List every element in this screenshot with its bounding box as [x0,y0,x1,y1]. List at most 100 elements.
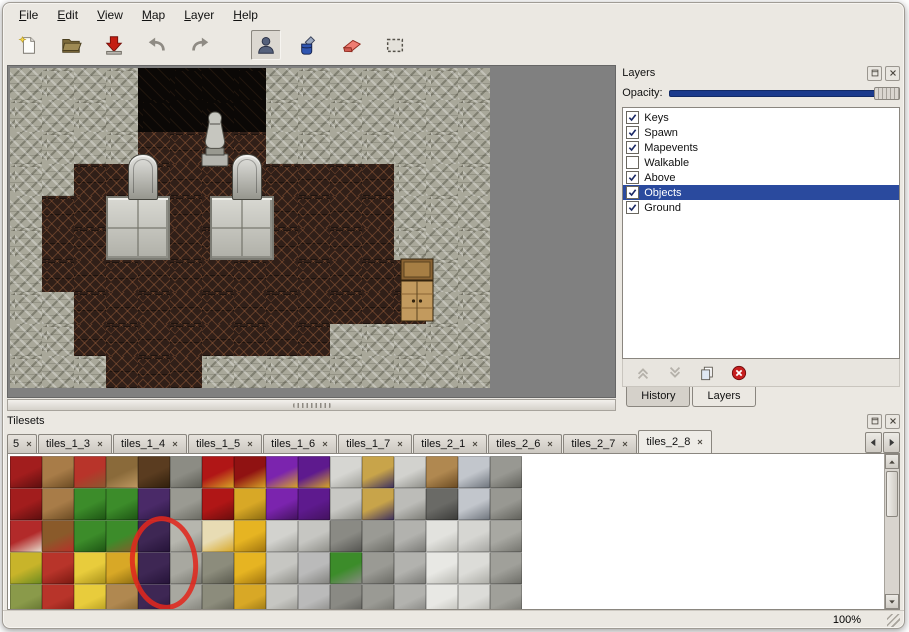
close-tab-icon[interactable] [246,440,254,448]
map-tile[interactable] [330,324,362,356]
map-tile[interactable] [362,228,394,260]
vertical-scrollbar[interactable] [884,454,899,609]
map-tile[interactable] [106,100,138,132]
dock-tab-history[interactable]: History [626,387,690,407]
tileset-tile[interactable] [202,488,234,520]
tileset-tile[interactable] [330,456,362,488]
map-tile[interactable] [106,356,138,388]
map-tile[interactable] [298,260,330,292]
undo-button[interactable] [142,30,172,60]
map-tile[interactable] [42,196,74,228]
map-tile[interactable] [138,356,170,388]
map-tile[interactable] [298,132,330,164]
layer-checkbox[interactable] [626,111,639,124]
map-tile[interactable] [330,100,362,132]
map-tile[interactable] [170,228,202,260]
close-tab-icon[interactable] [321,440,329,448]
select-tool-button[interactable] [380,30,410,60]
tileset-tab-tiles_2_6[interactable]: tiles_2_6 [488,434,562,453]
map-tile[interactable] [298,68,330,100]
map-tile[interactable] [426,356,458,388]
tileset-tile[interactable] [490,584,522,610]
tileset-tile[interactable] [234,520,266,552]
map-object-platform[interactable] [210,196,274,260]
map-tile[interactable] [266,292,298,324]
layer-checkbox[interactable] [626,126,639,139]
tileset-tile[interactable] [10,520,42,552]
scroll-down-button[interactable] [885,594,899,609]
tileset-tab-tiles_1_4[interactable]: tiles_1_4 [113,434,187,453]
tileset-tile[interactable] [170,552,202,584]
map-tile[interactable] [138,68,170,100]
map-tile[interactable] [458,260,490,292]
map-tile[interactable] [170,356,202,388]
close-tab-icon[interactable] [621,440,629,448]
map-tile[interactable] [330,164,362,196]
tileset-tile[interactable] [298,456,330,488]
layer-checkbox[interactable] [626,186,639,199]
tileset-tile[interactable] [330,552,362,584]
tileset-tile[interactable] [362,456,394,488]
tileset-tile[interactable] [266,456,298,488]
map-tile[interactable] [458,324,490,356]
tileset-tab-tiles_2_8[interactable]: tiles_2_8 [638,430,712,453]
close-panel-button[interactable] [885,414,900,429]
tileset-tile[interactable] [202,584,234,610]
map-tile[interactable] [74,292,106,324]
map-tile[interactable] [42,356,74,388]
close-tab-icon[interactable] [25,440,33,448]
map-tile[interactable] [330,260,362,292]
map-tile[interactable] [10,164,42,196]
open-folder-button[interactable] [56,30,86,60]
map-tile[interactable] [202,68,234,100]
map-tile[interactable] [458,356,490,388]
map-tile[interactable] [458,228,490,260]
redo-button[interactable] [185,30,215,60]
map-tile[interactable] [330,196,362,228]
tileset-tile[interactable] [74,552,106,584]
map-tile[interactable] [170,196,202,228]
map-tile[interactable] [170,324,202,356]
menu-help[interactable]: Help [229,6,262,24]
tileset-tab-tiles_2_7[interactable]: tiles_2_7 [563,434,637,453]
map-tile[interactable] [234,356,266,388]
new-file-button[interactable] [13,30,43,60]
map-tile[interactable] [106,260,138,292]
map-tile[interactable] [42,260,74,292]
duplicate-layer-button[interactable] [697,363,717,383]
map-tile[interactable] [10,292,42,324]
map-object-gravestone[interactable] [232,154,262,200]
delete-layer-button[interactable] [729,363,749,383]
resize-grip-icon[interactable] [887,614,900,627]
menu-layer[interactable]: Layer [180,6,218,24]
tileset-tile[interactable] [106,552,138,584]
map-tile[interactable] [234,68,266,100]
map-tile[interactable] [106,292,138,324]
map-tile[interactable] [362,132,394,164]
menu-map[interactable]: Map [138,6,169,24]
tileset-tile[interactable] [138,584,170,610]
tileset-tile[interactable] [458,520,490,552]
menu-file[interactable]: File [15,6,42,24]
map-tile[interactable] [202,356,234,388]
tileset-tab-tiles_1_5[interactable]: tiles_1_5 [188,434,262,453]
tileset-tile[interactable] [298,552,330,584]
tileset-tile[interactable] [490,488,522,520]
layer-row-keys[interactable]: Keys [623,110,899,125]
tileset-tile[interactable] [170,488,202,520]
map-tile[interactable] [266,356,298,388]
tileset-tile[interactable] [234,584,266,610]
map-tile[interactable] [266,260,298,292]
map-tile[interactable] [330,292,362,324]
tileset-tile[interactable] [42,552,74,584]
map-tile[interactable] [74,196,106,228]
map-tile[interactable] [330,228,362,260]
tileset-tile[interactable] [266,584,298,610]
scrollbar-thumb[interactable] [886,471,898,517]
tileset-tile[interactable] [42,456,74,488]
map-tile[interactable] [426,164,458,196]
map-tile[interactable] [202,260,234,292]
tileset-tile[interactable] [138,520,170,552]
map-object-cabinet[interactable] [400,258,434,322]
close-tab-icon[interactable] [171,440,179,448]
